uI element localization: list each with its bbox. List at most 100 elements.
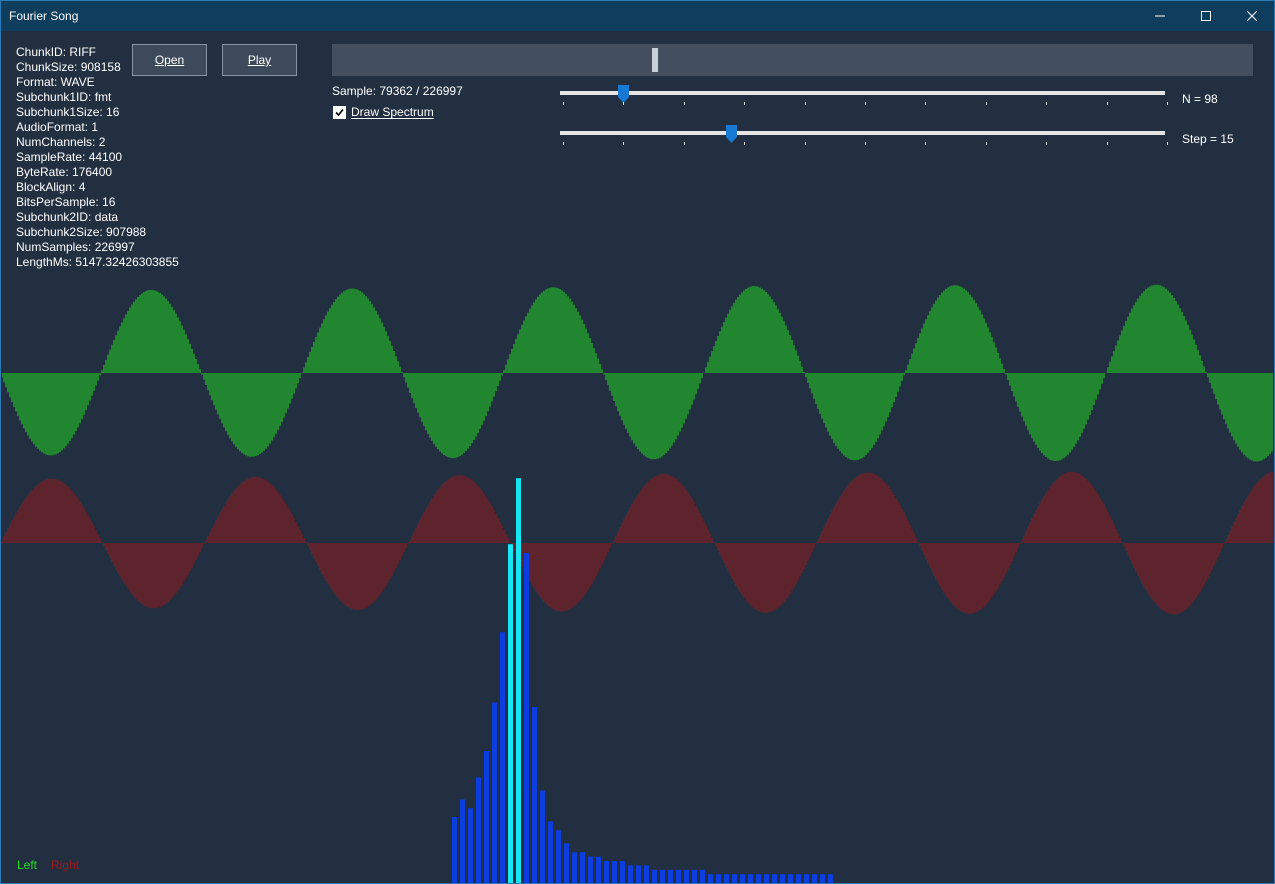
window-title: Fourier Song	[9, 9, 79, 23]
spectrum-bar	[716, 874, 721, 883]
maximize-button[interactable]	[1183, 1, 1229, 31]
spectrum-bar	[484, 751, 489, 883]
spectrum-bar	[572, 852, 577, 883]
info-line: Subchunk2ID: data	[16, 210, 119, 224]
spectrum-bar	[668, 869, 673, 883]
spectrum-bar	[708, 874, 713, 883]
spectrum-bar	[812, 874, 817, 883]
position-scrollbar[interactable]	[332, 44, 1253, 76]
spectrum-bar	[476, 777, 481, 883]
waveform-path	[2, 471, 1273, 615]
spectrum-bar	[788, 874, 793, 883]
close-icon	[1247, 11, 1257, 21]
spectrum-bar	[540, 790, 545, 883]
minimize-button[interactable]	[1137, 1, 1183, 31]
slider-tick	[623, 142, 624, 145]
spectrum-bar	[684, 869, 689, 883]
left-channel-waveform	[2, 284, 1273, 462]
n-value-label: N = 98	[1182, 92, 1218, 106]
spectrum-bar	[756, 874, 761, 883]
spectrum-bar	[612, 861, 617, 883]
spectrum-bar	[524, 553, 529, 883]
spectrum-bar	[692, 869, 697, 883]
waveform-path	[2, 284, 1273, 462]
slider-tick	[805, 102, 806, 105]
spectrum-bar	[820, 874, 825, 883]
slider-ticks	[560, 102, 1168, 106]
spectrum-bar	[652, 869, 657, 883]
slider-tick	[684, 142, 685, 145]
info-line: Format: WAVE	[16, 75, 95, 89]
spectrum-bar	[780, 874, 785, 883]
spectrum-bar	[628, 865, 633, 883]
spectrum-bar	[564, 843, 569, 883]
wav-header-info: ChunkID: RIFF ChunkSize: 908158 Format: …	[16, 45, 179, 270]
spectrum-bar	[764, 874, 769, 883]
draw-spectrum-checkbox-row[interactable]: Draw Spectrum	[333, 105, 434, 119]
step-value-label: Step = 15	[1182, 132, 1234, 146]
info-line: BitsPerSample: 16	[16, 195, 116, 209]
spectrum-bar	[828, 874, 833, 883]
maximize-icon	[1201, 11, 1211, 21]
info-line: Subchunk1Size: 16	[16, 105, 120, 119]
slider-track	[560, 91, 1165, 95]
spectrum-bar	[772, 874, 777, 883]
slider-tick	[805, 142, 806, 145]
spectrum-bar	[700, 869, 705, 883]
title-bar[interactable]: Fourier Song	[1, 1, 1274, 31]
spectrum-bar	[468, 808, 473, 883]
n-slider[interactable]	[560, 85, 1168, 109]
minimize-icon	[1155, 15, 1165, 17]
slider-tick	[1107, 142, 1108, 145]
spectrum-bar	[644, 865, 649, 883]
info-line: Subchunk2Size: 907988	[16, 225, 147, 239]
close-button[interactable]	[1229, 1, 1275, 31]
open-button[interactable]: Open	[132, 44, 207, 76]
slider-ticks	[560, 142, 1168, 146]
position-thumb[interactable]	[652, 48, 658, 72]
spectrum-bar	[532, 707, 537, 883]
slider-tick	[684, 102, 685, 105]
info-line: BlockAlign: 4	[16, 180, 86, 194]
app-window: Fourier Song ChunkID: RIFF ChunkSize: 90…	[0, 0, 1275, 884]
checkmark-icon	[335, 108, 344, 116]
spectrum-bar	[508, 544, 513, 883]
info-line: NumChannels: 2	[16, 135, 106, 149]
spectrum-bar	[548, 821, 553, 883]
slider-thumb[interactable]	[726, 125, 737, 143]
legend-left: Left	[17, 858, 38, 872]
slider-tick	[865, 142, 866, 145]
waveform-canvas	[2, 284, 1273, 883]
spectrum-bar	[724, 874, 729, 883]
spectrum-bar	[556, 830, 561, 883]
spectrum-bar	[804, 874, 809, 883]
spectrum-bar	[596, 856, 601, 883]
spectrum-bar	[676, 869, 681, 883]
slider-tick	[1167, 142, 1168, 145]
slider-tick	[744, 102, 745, 105]
slider-tick	[865, 102, 866, 105]
info-line: LengthMs: 5147.32426303855	[16, 255, 179, 269]
spectrum-bar	[636, 865, 641, 883]
spectrum-bar	[660, 869, 665, 883]
info-line: ByteRate: 176400	[16, 165, 113, 179]
slider-tick	[623, 102, 624, 105]
slider-thumb[interactable]	[618, 85, 629, 103]
spectrum-bar	[580, 852, 585, 883]
slider-tick	[986, 102, 987, 105]
slider-tick	[744, 142, 745, 145]
slider-track	[560, 131, 1165, 135]
play-button[interactable]: Play	[222, 44, 297, 76]
step-slider[interactable]	[560, 125, 1168, 149]
info-line: SampleRate: 44100	[16, 150, 123, 164]
legend-right: Right	[51, 858, 80, 872]
spectrum-bar	[460, 799, 465, 883]
slider-tick	[1046, 142, 1047, 145]
info-line: Subchunk1ID: fmt	[16, 90, 112, 104]
spectrum-bar	[604, 861, 609, 883]
spectrum-bar	[516, 478, 521, 883]
draw-spectrum-checkbox[interactable]	[333, 105, 346, 119]
info-line: AudioFormat: 1	[16, 120, 99, 134]
spectrum-bar	[732, 874, 737, 883]
spectrum-bar	[500, 632, 505, 883]
